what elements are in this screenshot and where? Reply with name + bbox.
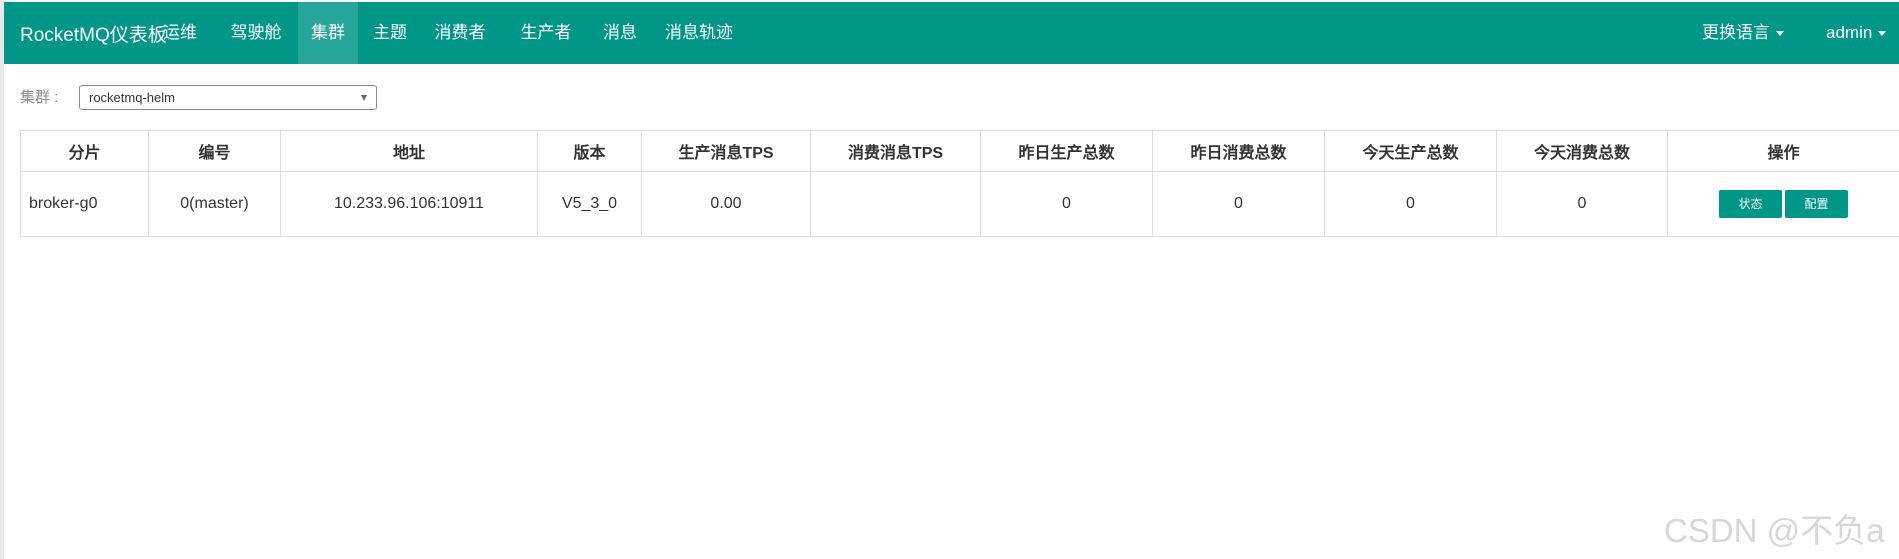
broker-table: 分片 编号 地址 版本 生产消息TPS 消费消息TPS 昨日生产总数 昨日消费总… bbox=[20, 130, 1899, 237]
nav-message-trace[interactable]: 消息轨迹 bbox=[656, 2, 742, 64]
nav-topic[interactable]: 主题 bbox=[364, 2, 416, 64]
cluster-filter-label: 集群 : bbox=[20, 89, 59, 106]
dropdown-arrow-icon bbox=[361, 95, 367, 101]
cell-today-consume: 0 bbox=[1496, 171, 1668, 237]
user-dropdown[interactable]: admin bbox=[1826, 2, 1887, 64]
config-button[interactable]: 配置 bbox=[1785, 190, 1848, 218]
nav-dashboard[interactable]: 驾驶舱 bbox=[222, 2, 290, 64]
nav-cluster[interactable]: 集群 bbox=[298, 2, 358, 64]
table-header-row: 分片 编号 地址 版本 生产消息TPS 消费消息TPS 昨日生产总数 昨日消费总… bbox=[20, 130, 1899, 172]
table-row: broker-g0 0(master) 10.233.96.106:10911 … bbox=[20, 171, 1899, 237]
nav-ops[interactable]: 运维 bbox=[154, 2, 206, 64]
brand-title[interactable]: RocketMQ仪表板 bbox=[20, 20, 167, 47]
cell-address: 10.233.96.106:10911 bbox=[280, 171, 538, 237]
cell-yesterday-produce: 0 bbox=[980, 171, 1153, 237]
col-header-yesterday-consume: 昨日消费总数 bbox=[1152, 130, 1325, 172]
col-header-today-consume: 今天消费总数 bbox=[1496, 130, 1668, 172]
top-navbar: RocketMQ仪表板 运维 驾驶舱 集群 主题 消费者 生产者 消息 消息轨迹… bbox=[4, 2, 1899, 64]
col-header-consume-tps: 消费消息TPS bbox=[810, 130, 981, 172]
col-header-produce-tps: 生产消息TPS bbox=[641, 130, 811, 172]
cell-yesterday-consume: 0 bbox=[1152, 171, 1325, 237]
page: RocketMQ仪表板 运维 驾驶舱 集群 主题 消费者 生产者 消息 消息轨迹… bbox=[0, 0, 1899, 559]
cell-id: 0(master) bbox=[148, 171, 281, 237]
watermark: CSDN @不负a bbox=[1664, 512, 1885, 549]
cell-version: V5_3_0 bbox=[537, 171, 642, 237]
col-header-yesterday-produce: 昨日生产总数 bbox=[980, 130, 1153, 172]
nav-producer[interactable]: 生产者 bbox=[512, 2, 580, 64]
col-header-version: 版本 bbox=[537, 130, 642, 172]
cluster-select[interactable]: rocketmq-helm bbox=[79, 85, 377, 110]
cell-actions: 状态 配置 bbox=[1667, 171, 1899, 237]
cell-consume-tps bbox=[810, 171, 981, 237]
col-header-id: 编号 bbox=[148, 130, 281, 172]
nav-consumer[interactable]: 消费者 bbox=[426, 2, 494, 64]
cell-today-produce: 0 bbox=[1324, 171, 1497, 237]
col-header-address: 地址 bbox=[280, 130, 538, 172]
language-label: 更换语言 bbox=[1702, 23, 1770, 42]
window-edge bbox=[0, 0, 4, 559]
nav-message[interactable]: 消息 bbox=[594, 2, 646, 64]
language-dropdown[interactable]: 更换语言 bbox=[1702, 2, 1784, 64]
user-label: admin bbox=[1826, 23, 1873, 42]
col-header-actions: 操作 bbox=[1667, 130, 1899, 172]
cell-produce-tps: 0.00 bbox=[641, 171, 811, 237]
chevron-down-icon bbox=[1878, 31, 1887, 37]
chevron-down-icon bbox=[1776, 31, 1784, 37]
cluster-select-value: rocketmq-helm bbox=[89, 90, 175, 105]
col-header-today-produce: 今天生产总数 bbox=[1324, 130, 1497, 172]
cell-shard: broker-g0 bbox=[20, 171, 149, 237]
col-header-shard: 分片 bbox=[20, 130, 149, 172]
status-button[interactable]: 状态 bbox=[1719, 190, 1782, 218]
